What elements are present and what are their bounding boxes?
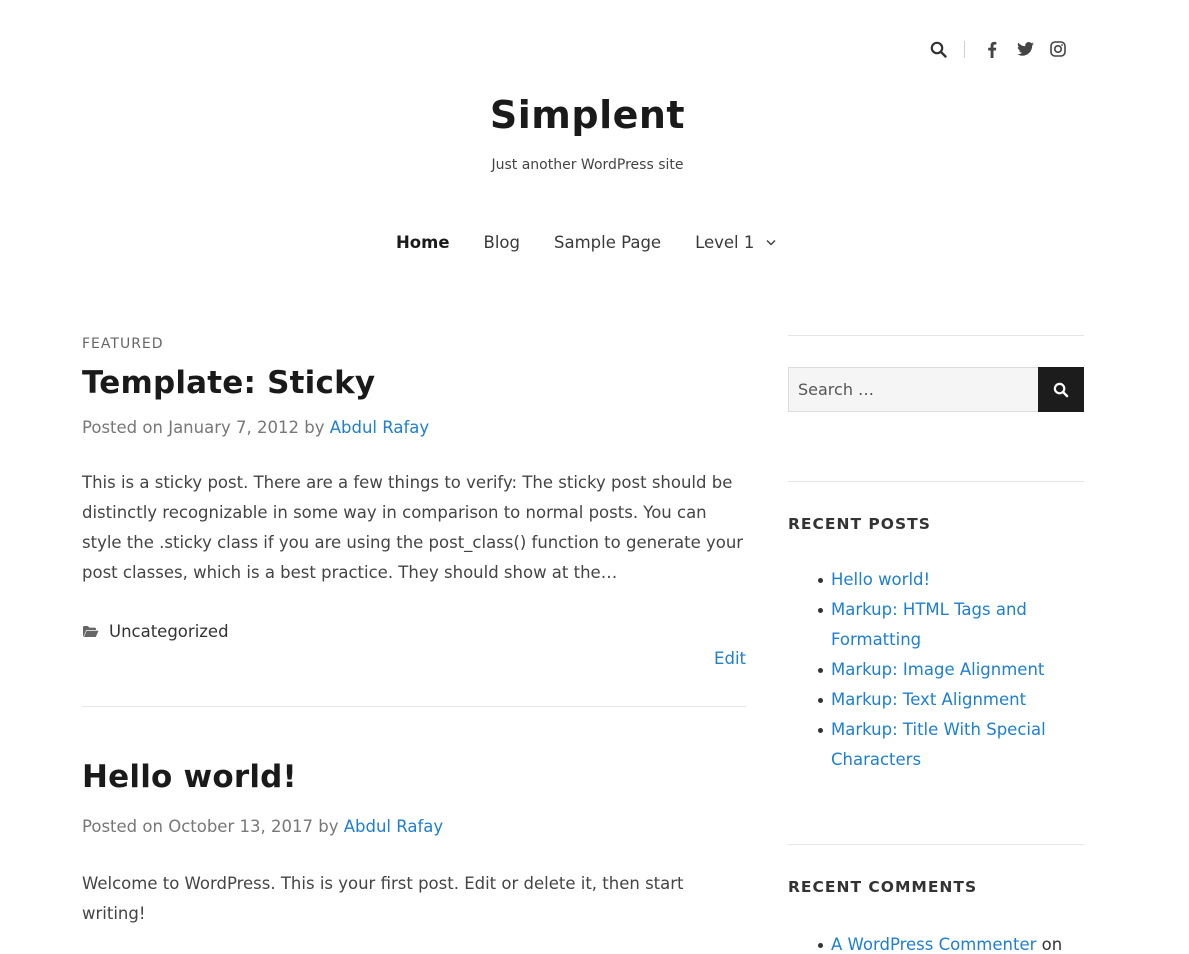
list-item: Markup: Image Alignment (788, 655, 1084, 685)
author-link[interactable]: Abdul Rafay (344, 817, 443, 836)
recent-post-link[interactable]: Markup: Title With Special Characters (831, 720, 1046, 769)
search-button[interactable] (1038, 367, 1084, 412)
post-sticky: FEATURED Template: Sticky Posted on Janu… (82, 336, 746, 707)
meta-prefix: Posted on (82, 418, 163, 437)
main-content: FEATURED Template: Sticky Posted on Janu… (82, 336, 746, 929)
meta-by: by (318, 817, 339, 836)
site-title[interactable]: Simplent (0, 93, 1175, 137)
post-title[interactable]: Template: Sticky (82, 365, 746, 401)
nav-item-blog[interactable]: Blog (484, 233, 520, 252)
author-link[interactable]: Abdul Rafay (330, 418, 429, 437)
recent-posts-list: Hello world! Markup: HTML Tags and Forma… (788, 565, 1084, 775)
post-excerpt: This is a sticky post. There are a few t… (82, 473, 744, 582)
widget-divider (788, 844, 1084, 845)
edit-row: Edit (82, 649, 746, 668)
post-excerpt: Welcome to WordPress. This is your first… (82, 874, 684, 923)
post-date[interactable]: January 7, 2012 (168, 418, 299, 437)
recent-post-link[interactable]: Markup: Text Alignment (831, 690, 1026, 709)
post-hello-world: Hello world! Posted on October 13, 2017 … (82, 759, 746, 929)
list-item: A WordPress Commenter on (788, 930, 1084, 954)
comment-on-text: on (1041, 935, 1063, 954)
recent-post-link[interactable]: Markup: Image Alignment (831, 660, 1044, 679)
twitter-icon[interactable] (1015, 39, 1035, 59)
folder-icon (83, 626, 99, 637)
widget-divider (788, 335, 1084, 336)
divider (964, 40, 965, 58)
main-navigation: Home Blog Sample Page Level 1 (396, 233, 776, 252)
chevron-down-icon (766, 239, 776, 246)
meta-by: by (304, 418, 325, 437)
nav-item-sample-page[interactable]: Sample Page (554, 233, 661, 252)
list-item: Markup: Text Alignment (788, 685, 1084, 715)
list-item: Markup: HTML Tags and Formatting (788, 595, 1084, 655)
nav-item-level-1[interactable]: Level 1 (695, 233, 776, 252)
search-icon (1053, 382, 1069, 397)
post-date[interactable]: October 13, 2017 (168, 817, 313, 836)
sidebar: RECENT POSTS Hello world! Markup: HTML T… (788, 335, 1084, 954)
nav-item-label: Level 1 (695, 233, 755, 252)
list-item: Hello world! (788, 565, 1084, 595)
search-form (788, 367, 1084, 412)
search-input[interactable] (788, 367, 1038, 412)
comment-author-link[interactable]: A WordPress Commenter (831, 935, 1036, 954)
recent-comments-list: A WordPress Commenter on (788, 930, 1084, 954)
recent-posts-title: RECENT POSTS (788, 515, 931, 533)
instagram-icon[interactable] (1048, 39, 1068, 59)
recent-comments-title: RECENT COMMENTS (788, 878, 978, 896)
category-link[interactable]: Uncategorized (109, 622, 229, 641)
search-icon[interactable] (928, 39, 948, 59)
post-divider (82, 706, 746, 707)
list-item: Markup: Title With Special Characters (788, 715, 1084, 775)
recent-post-link[interactable]: Hello world! (831, 570, 930, 589)
post-title[interactable]: Hello world! (82, 759, 746, 795)
header-icons (928, 37, 1068, 61)
facebook-icon[interactable] (982, 39, 1002, 59)
post-meta: Posted on January 7, 2012 by Abdul Rafay (82, 418, 746, 437)
meta-prefix: Posted on (82, 817, 163, 836)
post-meta: Posted on October 13, 2017 by Abdul Rafa… (82, 817, 746, 836)
edit-link[interactable]: Edit (714, 649, 746, 668)
site-description: Just another WordPress site (491, 157, 684, 173)
widget-divider (788, 481, 1084, 482)
featured-label: FEATURED (82, 336, 164, 352)
recent-post-link[interactable]: Markup: HTML Tags and Formatting (831, 600, 1027, 649)
post-category: Uncategorized (82, 622, 746, 641)
nav-item-home[interactable]: Home (396, 233, 450, 252)
